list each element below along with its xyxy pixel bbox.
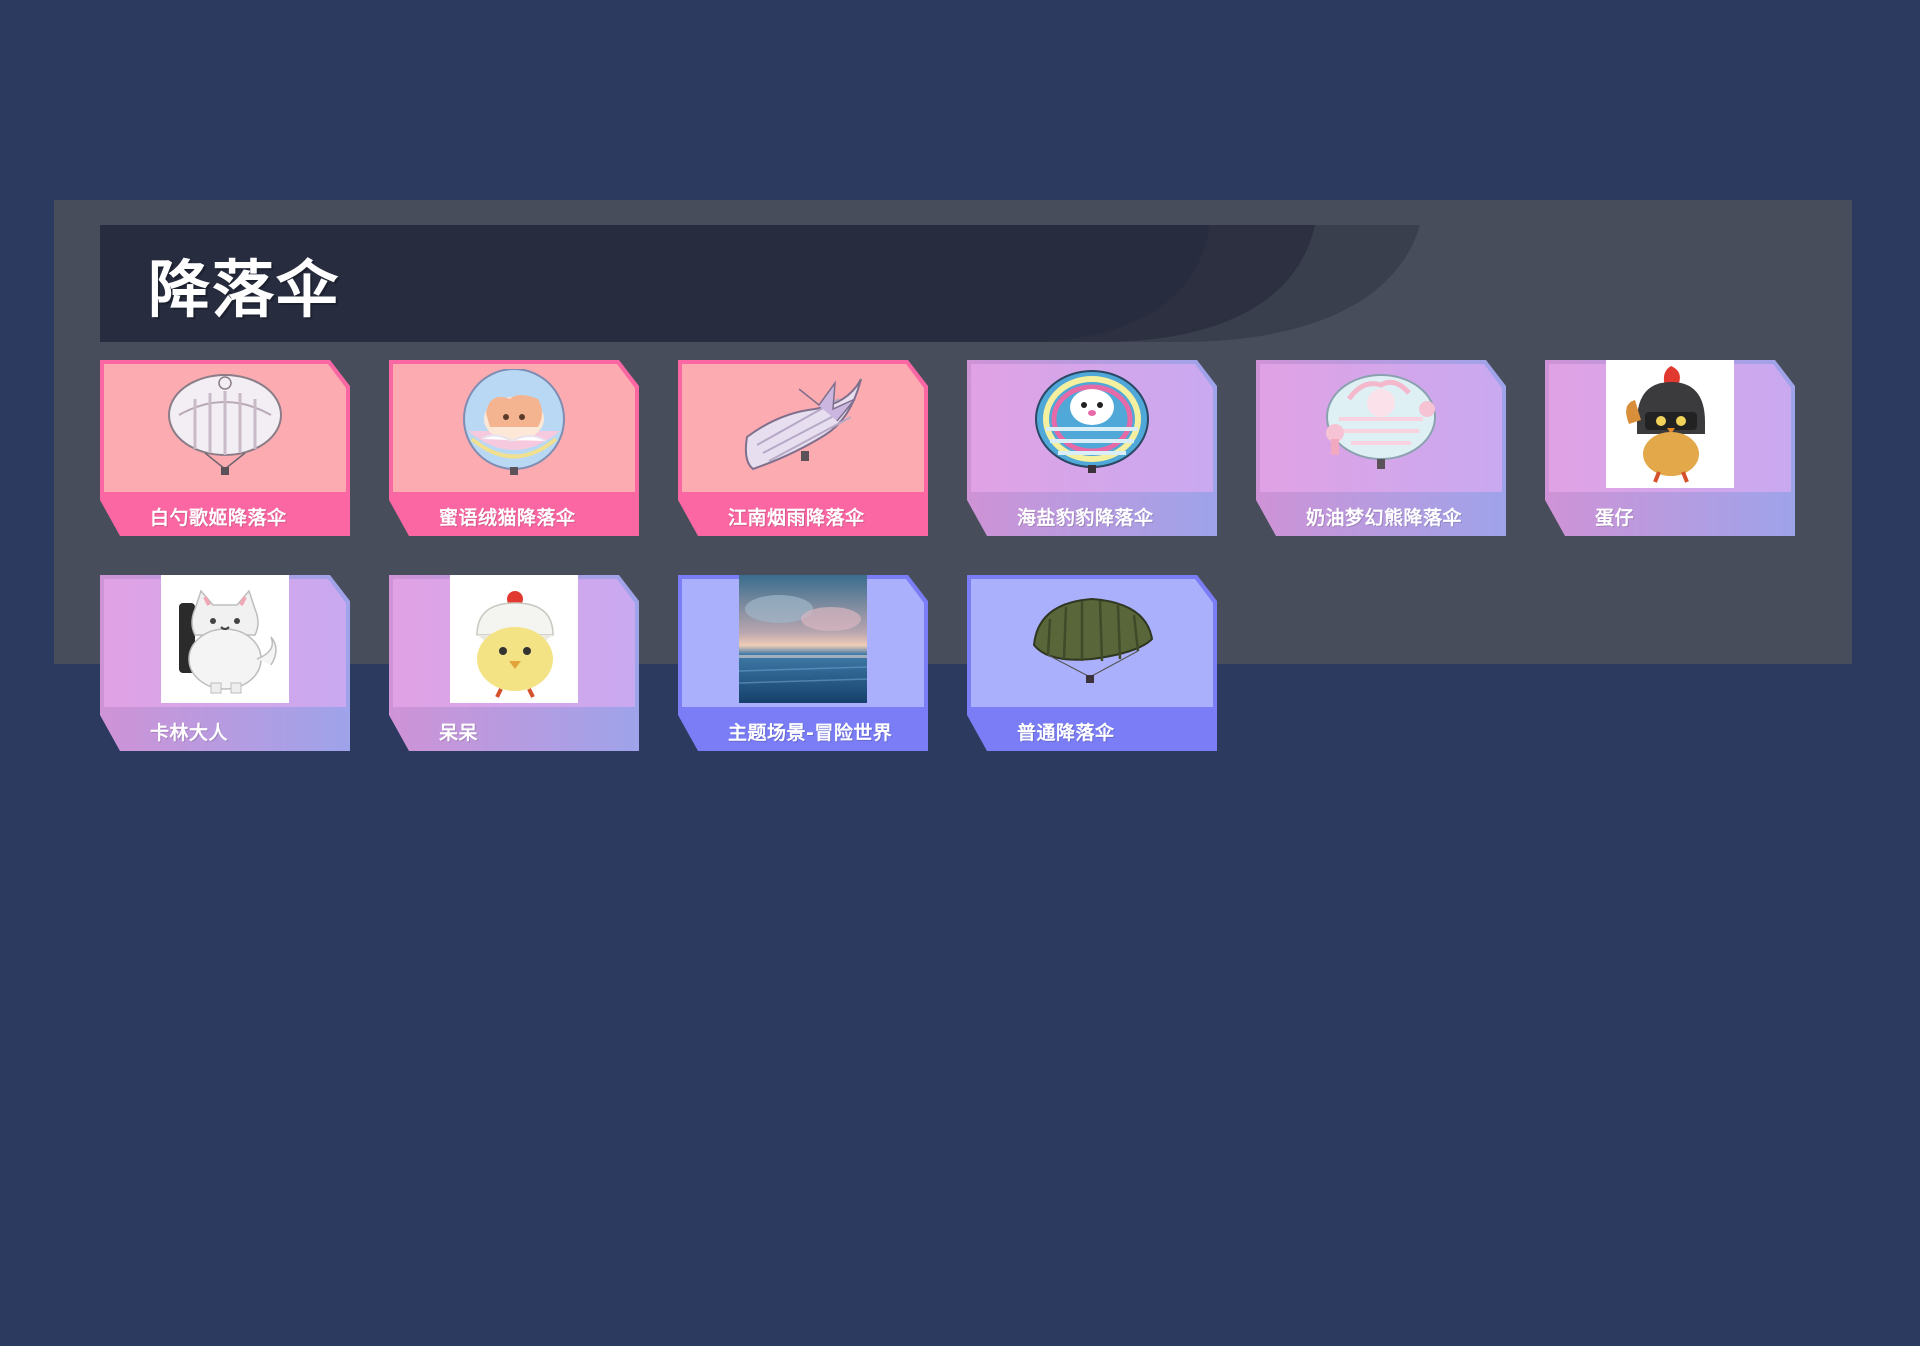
- item-label: 奶油梦幻熊降落伞: [1306, 507, 1463, 529]
- section-title: 降落伞: [148, 253, 341, 326]
- item-card-glider-parachute[interactable]: 江南烟雨降落伞: [678, 360, 928, 536]
- item-label: 蛋仔: [1595, 507, 1635, 529]
- item-label: 白勺歌姬降落伞: [150, 507, 287, 529]
- item-label: 蜜语绒猫降落伞: [439, 507, 576, 529]
- item-card-white-parachute[interactable]: 白勺歌姬降落伞: [100, 360, 350, 536]
- item-label: 海盐豹豹降落伞: [1017, 507, 1154, 529]
- bear-parachute-icon: [1317, 360, 1445, 488]
- section-header: 降落伞: [100, 225, 1540, 342]
- item-card-eggy-helmet[interactable]: 蛋仔: [1545, 360, 1795, 536]
- seal-parachute-icon: [1028, 360, 1156, 488]
- item-card-bear-parachute[interactable]: 奶油梦幻熊降落伞: [1256, 360, 1506, 536]
- item-card-sea-scene[interactable]: 主题场景-冒险世界: [678, 575, 928, 751]
- item-card-green-parachute[interactable]: 普通降落伞: [967, 575, 1217, 751]
- item-card-yellow-chick[interactable]: 呆呆: [389, 575, 639, 751]
- glider-parachute-icon: [739, 360, 867, 488]
- item-label: 主题场景-冒险世界: [728, 722, 893, 744]
- sea-scene-icon: [739, 575, 867, 703]
- item-label: 江南烟雨降落伞: [728, 507, 865, 529]
- eggy-helmet-icon: [1606, 360, 1734, 488]
- item-label: 卡林大人: [150, 722, 229, 744]
- white-parachute-icon: [161, 360, 289, 488]
- item-card-white-cat[interactable]: 卡林大人: [100, 575, 350, 751]
- white-cat-icon: [161, 575, 289, 703]
- yellow-chick-icon: [450, 575, 578, 703]
- item-card-cat-parachute[interactable]: 蜜语绒猫降落伞: [389, 360, 639, 536]
- item-card-seal-parachute[interactable]: 海盐豹豹降落伞: [967, 360, 1217, 536]
- item-label: 普通降落伞: [1017, 722, 1115, 744]
- green-parachute-icon: [1028, 575, 1156, 703]
- item-label: 呆呆: [439, 722, 479, 744]
- cat-parachute-icon: [450, 360, 578, 488]
